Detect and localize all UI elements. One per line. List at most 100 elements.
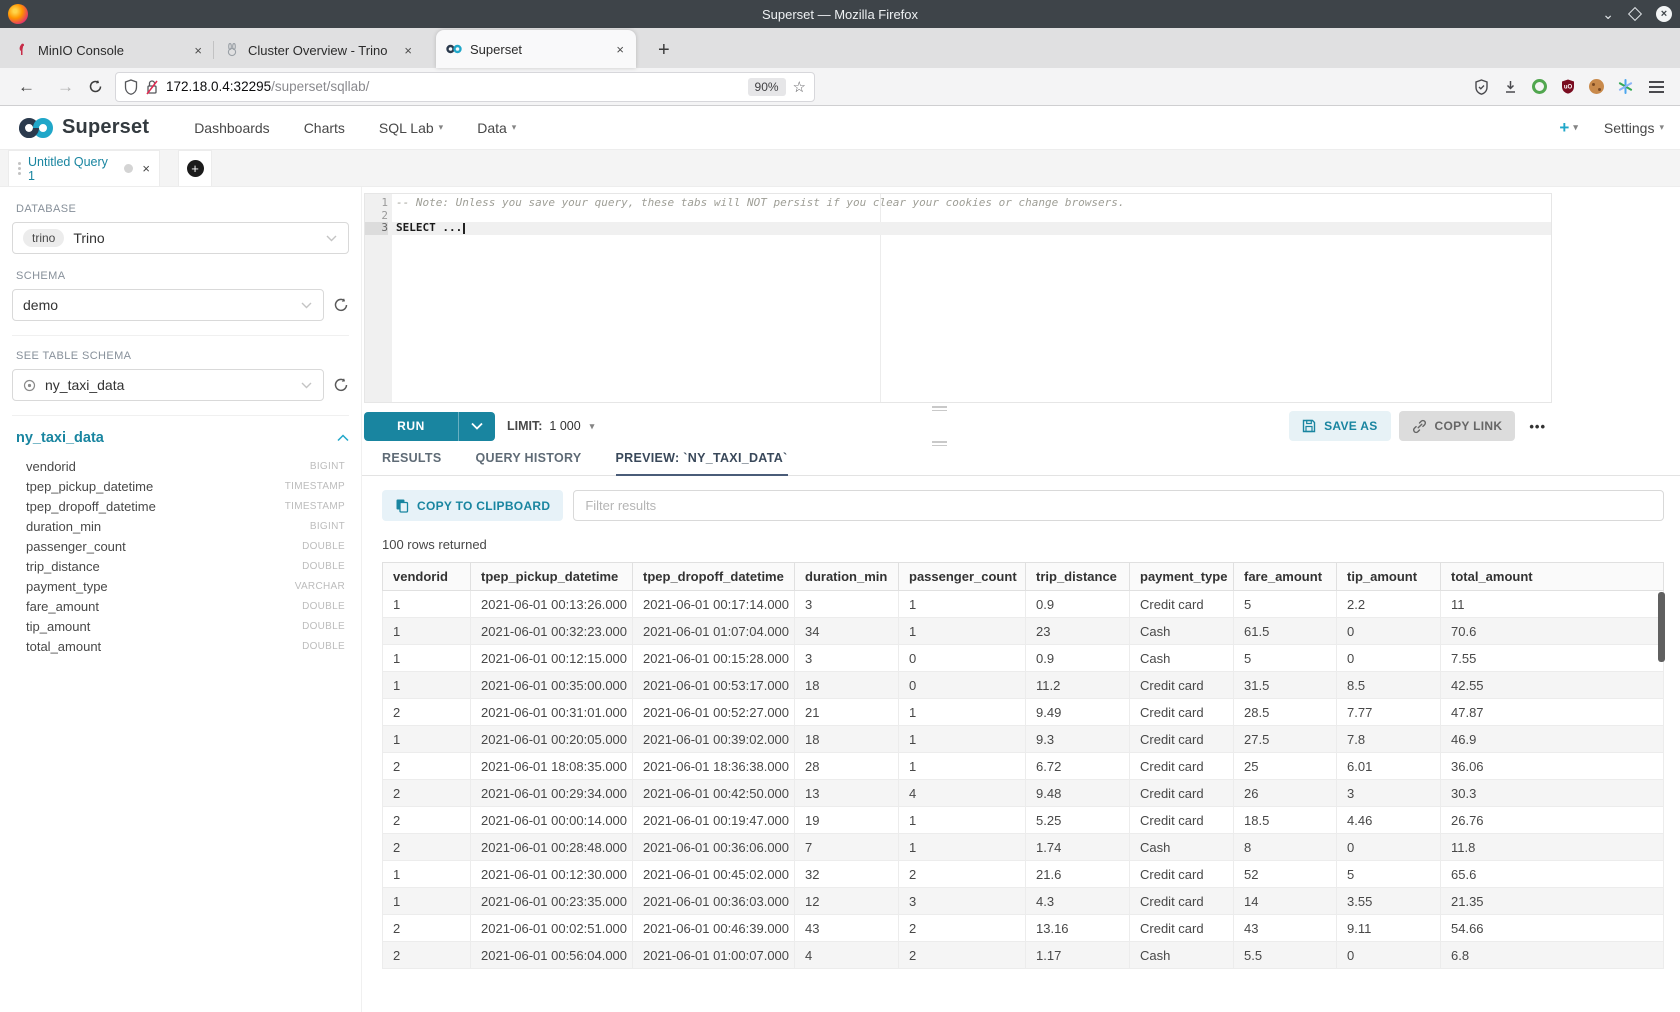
window-maximize-icon[interactable] bbox=[1628, 7, 1642, 21]
column-header[interactable]: total_amount bbox=[1441, 563, 1664, 591]
column-header[interactable]: tpep_dropoff_datetime bbox=[633, 563, 795, 591]
extension-snowflake-icon[interactable] bbox=[1618, 79, 1633, 94]
column-row[interactable]: tpep_dropoff_datetime TIMESTAMP bbox=[12, 496, 349, 516]
window-close-icon[interactable]: × bbox=[1656, 6, 1672, 22]
url-field[interactable]: 172.18.0.4:32295/superset/sqllab/ 90% ☆ bbox=[115, 72, 815, 102]
settings-menu[interactable]: Settings▾ bbox=[1604, 120, 1664, 136]
forward-icon[interactable]: → bbox=[49, 77, 82, 97]
chevron-up-icon[interactable] bbox=[337, 434, 349, 442]
table-row[interactable]: 12021-06-01 00:23:35.0002021-06-01 00:36… bbox=[383, 888, 1664, 915]
column-row[interactable]: tip_amount DOUBLE bbox=[12, 616, 349, 636]
extension-privacy-icon[interactable] bbox=[1532, 79, 1547, 94]
column-header[interactable]: passenger_count bbox=[899, 563, 1026, 591]
tab-close-icon[interactable]: × bbox=[192, 43, 204, 58]
column-header[interactable]: duration_min bbox=[795, 563, 899, 591]
column-header[interactable]: tip_amount bbox=[1337, 563, 1441, 591]
browser-tab-minio[interactable]: MinIO Console × bbox=[4, 32, 214, 68]
add-query-tab-button[interactable]: + bbox=[178, 150, 212, 186]
menu-icon[interactable] bbox=[1647, 79, 1666, 95]
copy-to-clipboard-button[interactable]: COPY TO CLIPBOARD bbox=[382, 490, 563, 521]
firefox-logo-icon bbox=[8, 4, 28, 24]
browser-tab-trino[interactable]: Cluster Overview - Trino × bbox=[214, 32, 424, 68]
column-row[interactable]: total_amount DOUBLE bbox=[12, 636, 349, 656]
column-row[interactable]: trip_distance DOUBLE bbox=[12, 556, 349, 576]
column-header[interactable]: tpep_pickup_datetime bbox=[471, 563, 633, 591]
column-row[interactable]: passenger_count DOUBLE bbox=[12, 536, 349, 556]
table-row[interactable]: 22021-06-01 18:08:35.0002021-06-01 18:36… bbox=[383, 753, 1664, 780]
pane-resize-handle[interactable] bbox=[932, 406, 947, 411]
editor-code-area[interactable]: -- Note: Unless you save your query, the… bbox=[392, 194, 1551, 402]
new-tab-button[interactable]: + bbox=[648, 39, 680, 68]
new-item-button[interactable]: +▾ bbox=[1559, 118, 1577, 138]
url-text[interactable]: 172.18.0.4:32295/superset/sqllab/ bbox=[166, 79, 741, 94]
table-select[interactable]: ny_taxi_data bbox=[12, 369, 324, 401]
table-row[interactable]: 12021-06-01 00:12:15.0002021-06-01 00:15… bbox=[383, 645, 1664, 672]
column-type: TIMESTAMP bbox=[285, 481, 345, 492]
column-header[interactable]: fare_amount bbox=[1234, 563, 1337, 591]
nav-item-dashboards[interactable]: Dashboards bbox=[177, 120, 287, 136]
back-icon[interactable]: ← bbox=[10, 77, 43, 97]
insecure-lock-icon[interactable] bbox=[145, 79, 159, 95]
column-row[interactable]: tpep_pickup_datetime TIMESTAMP bbox=[12, 476, 349, 496]
table-schema-header[interactable]: ny_taxi_data bbox=[16, 430, 349, 446]
tab-close-icon[interactable]: × bbox=[402, 43, 414, 58]
column-row[interactable]: duration_min BIGINT bbox=[12, 516, 349, 536]
run-button-label[interactable]: RUN bbox=[364, 412, 459, 441]
query-tab-strip: Untitled Query 1 × + bbox=[0, 150, 1680, 187]
column-row[interactable]: payment_type VARCHAR bbox=[12, 576, 349, 596]
refresh-schemas-icon[interactable] bbox=[333, 297, 349, 313]
nav-item-sql-lab[interactable]: SQL Lab▾ bbox=[362, 120, 460, 136]
limit-dropdown[interactable]: LIMIT: 1 000 ▾ bbox=[507, 419, 594, 433]
run-button[interactable]: RUN bbox=[364, 412, 495, 441]
extension-shield-icon[interactable] bbox=[1474, 79, 1489, 95]
tracking-shield-icon[interactable] bbox=[124, 79, 138, 95]
window-minimize-icon[interactable]: ⌄ bbox=[1602, 7, 1614, 21]
more-options-button[interactable]: ••• bbox=[1523, 419, 1552, 434]
browser-tab-superset[interactable]: Superset × bbox=[436, 30, 636, 68]
column-header[interactable]: vendorid bbox=[383, 563, 471, 591]
database-select[interactable]: trino Trino bbox=[12, 222, 349, 254]
ublock-icon[interactable]: uO bbox=[1561, 79, 1575, 94]
download-icon[interactable] bbox=[1503, 79, 1518, 95]
browser-tab-title: MinIO Console bbox=[38, 43, 184, 58]
column-row[interactable]: fare_amount DOUBLE bbox=[12, 596, 349, 616]
bookmark-star-icon[interactable]: ☆ bbox=[793, 78, 806, 96]
refresh-tables-icon[interactable] bbox=[333, 377, 349, 393]
filter-results-input[interactable] bbox=[573, 490, 1664, 521]
tab-preview[interactable]: PREVIEW: `NY_TAXI_DATA` bbox=[616, 451, 788, 476]
table-row[interactable]: 12021-06-01 00:32:23.0002021-06-01 01:07… bbox=[383, 618, 1664, 645]
schema-select[interactable]: demo bbox=[12, 289, 324, 321]
table-scrollbar[interactable] bbox=[1658, 592, 1665, 662]
cookie-icon[interactable] bbox=[1589, 79, 1604, 94]
results-header-row: vendoridtpep_pickup_datetimetpep_dropoff… bbox=[383, 563, 1664, 591]
tab-results[interactable]: RESULTS bbox=[382, 451, 442, 476]
table-row[interactable]: 22021-06-01 00:56:04.0002021-06-01 01:00… bbox=[383, 942, 1664, 969]
table-row[interactable]: 12021-06-01 00:20:05.0002021-06-01 00:39… bbox=[383, 726, 1664, 753]
table-row[interactable]: 22021-06-01 00:31:01.0002021-06-01 00:52… bbox=[383, 699, 1664, 726]
save-as-button[interactable]: SAVE AS bbox=[1289, 411, 1390, 441]
table-row[interactable]: 22021-06-01 00:29:34.0002021-06-01 00:42… bbox=[383, 780, 1664, 807]
pane-resize-handle[interactable] bbox=[932, 441, 947, 446]
nav-item-charts[interactable]: Charts bbox=[287, 120, 362, 136]
zoom-level-badge[interactable]: 90% bbox=[748, 78, 786, 96]
nav-item-data[interactable]: Data▾ bbox=[460, 120, 533, 136]
column-header[interactable]: trip_distance bbox=[1026, 563, 1130, 591]
tab-query-history[interactable]: QUERY HISTORY bbox=[476, 451, 582, 476]
column-header[interactable]: payment_type bbox=[1130, 563, 1234, 591]
run-options-caret[interactable] bbox=[459, 412, 495, 441]
table-row[interactable]: 12021-06-01 00:13:26.0002021-06-01 00:17… bbox=[383, 591, 1664, 618]
query-tab-active[interactable]: Untitled Query 1 × bbox=[8, 150, 160, 186]
table-row[interactable]: 22021-06-01 00:28:48.0002021-06-01 00:36… bbox=[383, 834, 1664, 861]
database-value: Trino bbox=[73, 230, 317, 246]
sql-editor[interactable]: 1 2 3 -- Note: Unless you save your quer… bbox=[364, 193, 1552, 403]
table-row[interactable]: 12021-06-01 00:35:00.0002021-06-01 00:53… bbox=[383, 672, 1664, 699]
table-row[interactable]: 22021-06-01 00:00:14.0002021-06-01 00:19… bbox=[383, 807, 1664, 834]
copy-link-button[interactable]: COPY LINK bbox=[1399, 411, 1516, 441]
table-row[interactable]: 22021-06-01 00:02:51.0002021-06-01 00:46… bbox=[383, 915, 1664, 942]
table-row[interactable]: 12021-06-01 00:12:30.0002021-06-01 00:45… bbox=[383, 861, 1664, 888]
tab-close-icon[interactable]: × bbox=[614, 42, 626, 57]
superset-brand[interactable]: Superset bbox=[16, 116, 149, 140]
column-row[interactable]: vendorid BIGINT bbox=[12, 456, 349, 476]
query-tab-close-icon[interactable]: × bbox=[142, 161, 150, 176]
reload-icon[interactable] bbox=[88, 79, 103, 94]
